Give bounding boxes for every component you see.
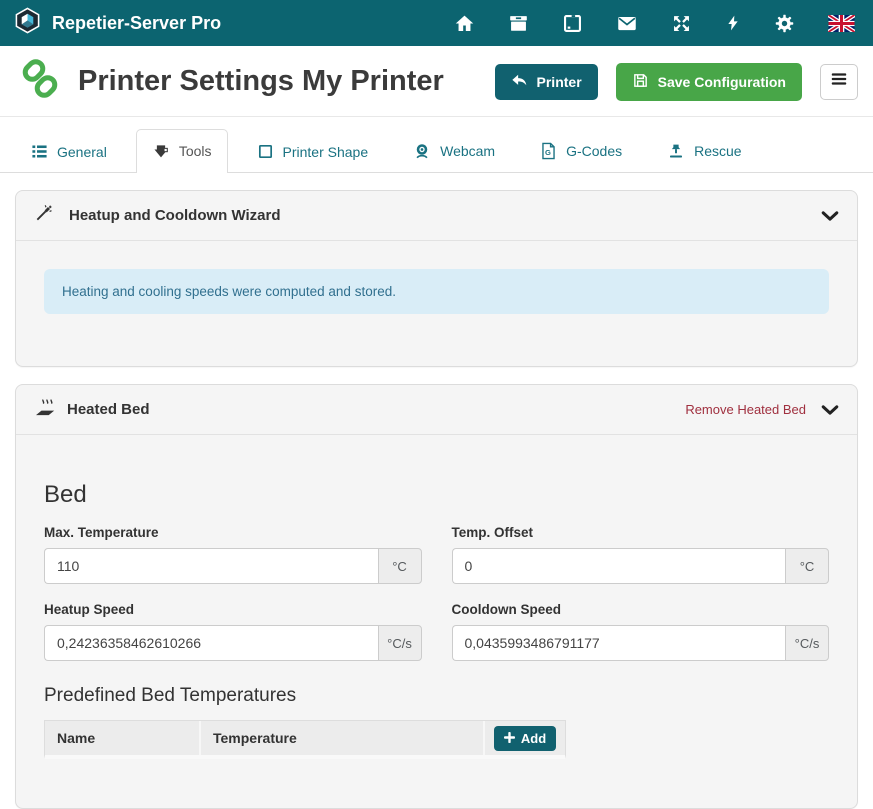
tab-general[interactable]: General [15,130,123,173]
page-title: Printer Settings My Printer [78,65,444,98]
page-header: Printer Settings My Printer Printer Save… [0,46,873,117]
heated-bed-panel-title: Heated Bed [67,401,150,418]
fullscreen-icon[interactable] [671,13,692,34]
printer-button[interactable]: Printer [495,64,598,100]
plus-icon [504,731,515,746]
settings-tabbar: General Tools Printer Shape Webcam [0,117,873,173]
brand-title: Repetier-Server Pro [52,13,221,34]
unit-addon: °C [785,548,829,584]
navbar-icon-group [454,12,859,34]
link-chain-icon[interactable] [19,59,61,104]
hamburger-icon [830,71,848,92]
heatup-speed-label: Heatup Speed [44,602,422,617]
temp-offset-input[interactable] [452,548,786,584]
collapse-chevron-icon[interactable] [821,404,839,416]
collapse-chevron-icon[interactable] [821,210,839,222]
tab-tools[interactable]: Tools [136,129,228,173]
tab-rescue[interactable]: Rescue [651,129,757,173]
settings-gear-icon[interactable] [774,13,795,34]
max-temperature-label: Max. Temperature [44,525,422,540]
tab-gcodes[interactable]: G G-Codes [524,129,638,173]
remove-heated-bed-link[interactable]: Remove Heated Bed [685,402,806,417]
wizard-panel-body: Heating and cooling speeds were computed… [16,241,857,366]
predefined-temperatures-table: Name Temperature Add [44,720,566,759]
column-header-temperature: Temperature [201,721,485,755]
wizard-status-alert: Heating and cooling speeds were computed… [44,269,829,314]
temp-offset-field: Temp. Offset °C [452,509,830,584]
cooldown-speed-input[interactable] [452,625,786,661]
header-actions: Printer Save Configuration [495,63,858,101]
list-icon [31,143,48,160]
bed-section-title: Bed [44,481,829,509]
extruder-icon [152,142,170,160]
printer-frame-icon[interactable] [562,13,583,34]
menu-button[interactable] [820,64,858,100]
wizard-panel-header[interactable]: Heatup and Cooldown Wizard [16,191,857,241]
heated-bed-icon [34,397,58,422]
home-icon[interactable] [454,13,475,34]
column-header-name: Name [45,721,201,755]
top-navbar: Repetier-Server Pro [0,0,873,46]
storage-box-icon[interactable] [508,13,529,34]
temp-offset-label: Temp. Offset [452,525,830,540]
save-floppy-icon [632,72,649,92]
svg-text:G: G [545,148,551,157]
max-temperature-input[interactable] [44,548,378,584]
rescue-nozzle-icon [667,142,685,160]
tab-printer-shape[interactable]: Printer Shape [241,130,385,173]
unit-addon: °C/s [785,625,829,661]
heated-bed-panel-header[interactable]: Heated Bed Remove Heated Bed [16,385,857,435]
heatup-speed-field: Heatup Speed °C/s [44,584,422,661]
heatup-speed-input[interactable] [44,625,378,661]
add-temperature-button[interactable]: Add [494,726,556,751]
gcode-file-icon: G [540,142,557,160]
predefined-temperatures-title: Predefined Bed Temperatures [44,685,829,707]
table-header-row: Name Temperature Add [45,721,565,755]
cooldown-speed-label: Cooldown Speed [452,602,830,617]
magic-wand-icon [34,203,54,228]
cooldown-speed-field: Cooldown Speed °C/s [452,584,830,661]
save-configuration-button[interactable]: Save Configuration [616,63,802,101]
messages-icon[interactable] [616,13,638,34]
heated-bed-panel-body: Bed Max. Temperature °C Temp. Offset °C … [16,481,857,808]
brand[interactable]: Repetier-Server Pro [14,7,221,39]
uk-flag-icon[interactable] [828,15,855,32]
unit-addon: °C/s [378,625,422,661]
heatup-cooldown-wizard-panel: Heatup and Cooldown Wizard Heating and c… [15,190,858,367]
tab-webcam[interactable]: Webcam [397,129,511,173]
webcam-icon [413,142,431,160]
unit-addon: °C [378,548,422,584]
square-outline-icon [257,143,274,160]
heated-bed-panel: Heated Bed Remove Heated Bed Bed Max. Te… [15,384,858,809]
repetier-logo-icon [14,7,41,39]
bolt-icon[interactable] [725,12,741,34]
back-arrow-icon [511,73,528,91]
wizard-panel-title: Heatup and Cooldown Wizard [69,207,281,224]
max-temperature-field: Max. Temperature °C [44,509,422,584]
